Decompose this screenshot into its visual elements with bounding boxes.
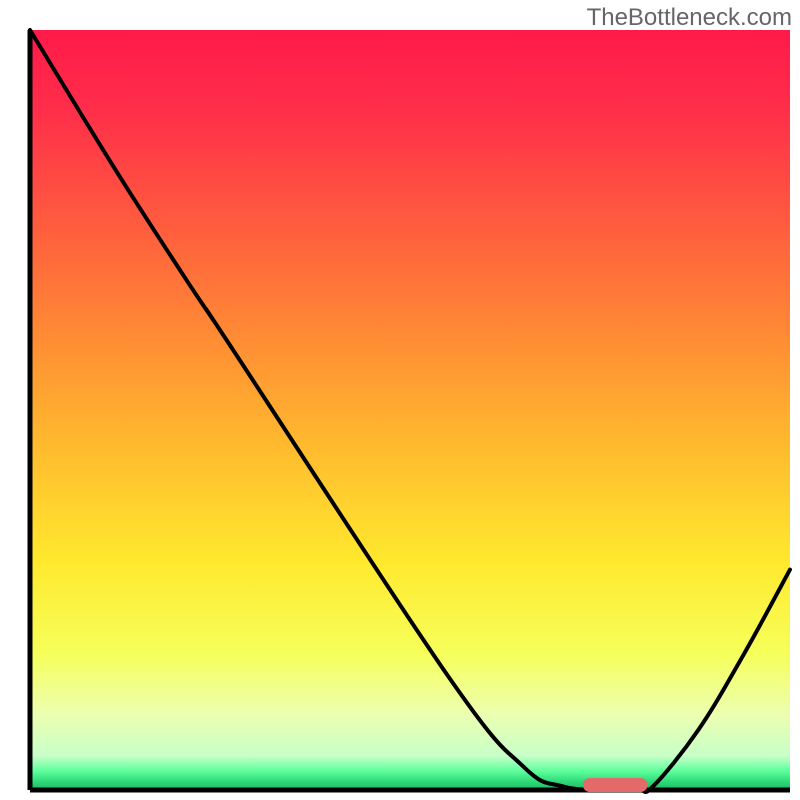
watermark-label: TheBottleneck.com [587, 4, 792, 32]
optimal-marker [583, 778, 648, 792]
chart-svg [0, 0, 800, 800]
bottleneck-chart: TheBottleneck.com [0, 0, 800, 800]
gradient-background [30, 30, 790, 790]
